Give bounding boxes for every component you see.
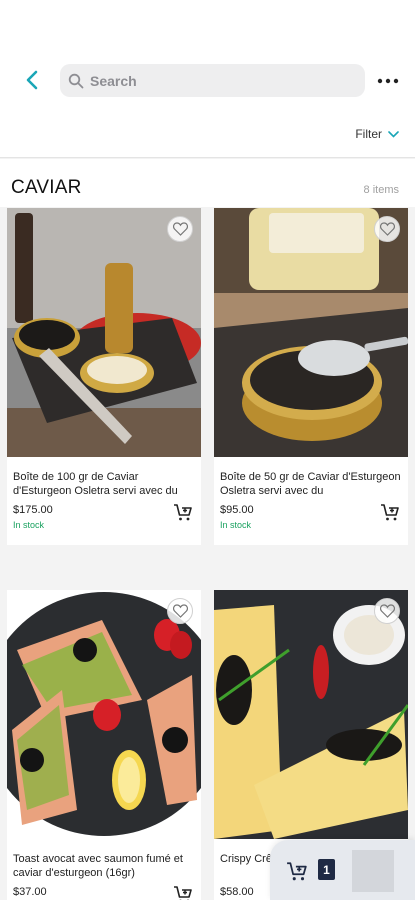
more-options-button[interactable] <box>374 70 402 92</box>
heart-icon <box>172 222 188 236</box>
add-to-cart-button[interactable] <box>173 884 193 900</box>
product-price: $58.00 <box>220 886 254 898</box>
product-price: $37.00 <box>13 886 47 898</box>
heart-icon <box>379 222 395 236</box>
product-name[interactable]: Boîte de 100 gr de Caviar d'Esturgeon Os… <box>13 470 195 498</box>
stock-status: In stock <box>220 520 252 530</box>
more-horizontal-icon <box>377 78 399 84</box>
search-input[interactable] <box>90 72 330 89</box>
product-price: $175.00 <box>13 504 53 516</box>
cart-add-icon <box>174 886 192 900</box>
product-image[interactable] <box>214 208 408 457</box>
category-title: CAVIAR <box>11 177 82 198</box>
product-card[interactable]: Boîte de 50 gr de Caviar d'Esturgeon Osl… <box>214 208 408 545</box>
cart-count-badge: 1 <box>318 859 335 880</box>
top-bar <box>0 0 415 118</box>
favorite-button[interactable] <box>374 216 400 242</box>
add-to-cart-button[interactable] <box>173 502 193 522</box>
heart-icon <box>379 604 395 618</box>
product-card[interactable]: Boîte de 100 gr de Caviar d'Esturgeon Os… <box>7 208 201 545</box>
cart-add-icon <box>381 504 399 521</box>
cart-add-icon <box>174 504 192 521</box>
search-bar[interactable] <box>60 64 365 97</box>
favorite-button[interactable] <box>167 598 193 624</box>
mini-cart-bar[interactable]: 1 <box>270 840 415 900</box>
back-button[interactable] <box>18 66 46 94</box>
stock-status: In stock <box>13 520 45 530</box>
cart-item-thumbnail[interactable] <box>352 850 394 892</box>
chevron-down-icon <box>388 130 399 138</box>
search-icon <box>68 73 84 88</box>
favorite-button[interactable] <box>167 216 193 242</box>
item-count: 8 items <box>363 184 399 196</box>
filter-bar: Filter <box>0 118 415 158</box>
product-card[interactable]: Toast avocat avec saumon fumé et caviar … <box>7 590 201 900</box>
chevron-left-icon <box>26 70 38 90</box>
product-name[interactable]: Boîte de 50 gr de Caviar d'Esturgeon Osl… <box>220 470 402 498</box>
category-header: CAVIAR 8 items <box>0 159 415 207</box>
product-name[interactable]: Toast avocat avec saumon fumé et caviar … <box>13 852 195 880</box>
filter-button[interactable]: Filter <box>355 127 399 141</box>
product-price: $95.00 <box>220 504 254 516</box>
product-image[interactable] <box>7 590 201 839</box>
filter-label: Filter <box>355 127 382 141</box>
cart-icon <box>287 862 307 881</box>
add-to-cart-button[interactable] <box>380 502 400 522</box>
product-image[interactable] <box>214 590 408 839</box>
heart-icon <box>172 604 188 618</box>
product-image[interactable] <box>7 208 201 457</box>
favorite-button[interactable] <box>374 598 400 624</box>
row-gap <box>0 545 415 590</box>
app-screen: Filter CAVIAR 8 items <box>0 0 415 900</box>
